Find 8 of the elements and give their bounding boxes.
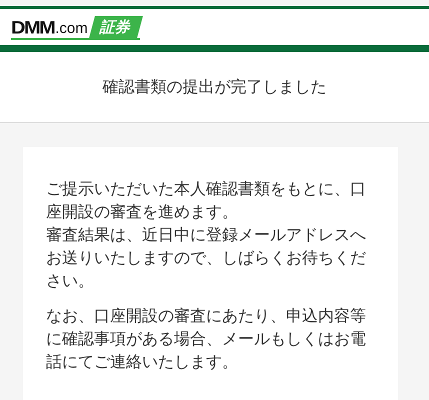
message-text: ご提示いただいた本人確認書類をもとに、口座開設の審査を進めます。 xyxy=(46,178,367,223)
message-text: 審査結果は、近日中に登録メールアドレスへお送りいたしますので、しばらくお待ちください。 xyxy=(46,224,367,292)
page-title: 確認書類の提出が完了しました xyxy=(102,76,326,98)
logo-domain: .com xyxy=(55,20,88,38)
logo[interactable]: DMM.com 証券 xyxy=(11,14,140,40)
logo-brand: DMM xyxy=(11,19,54,37)
logo-badge: 証券 xyxy=(88,16,143,38)
message-text: なお、口座開設の審査にあたり、申込内容等に確認事項がある場合、メールもしくはお電話にてご連絡いたします。 xyxy=(46,305,367,373)
